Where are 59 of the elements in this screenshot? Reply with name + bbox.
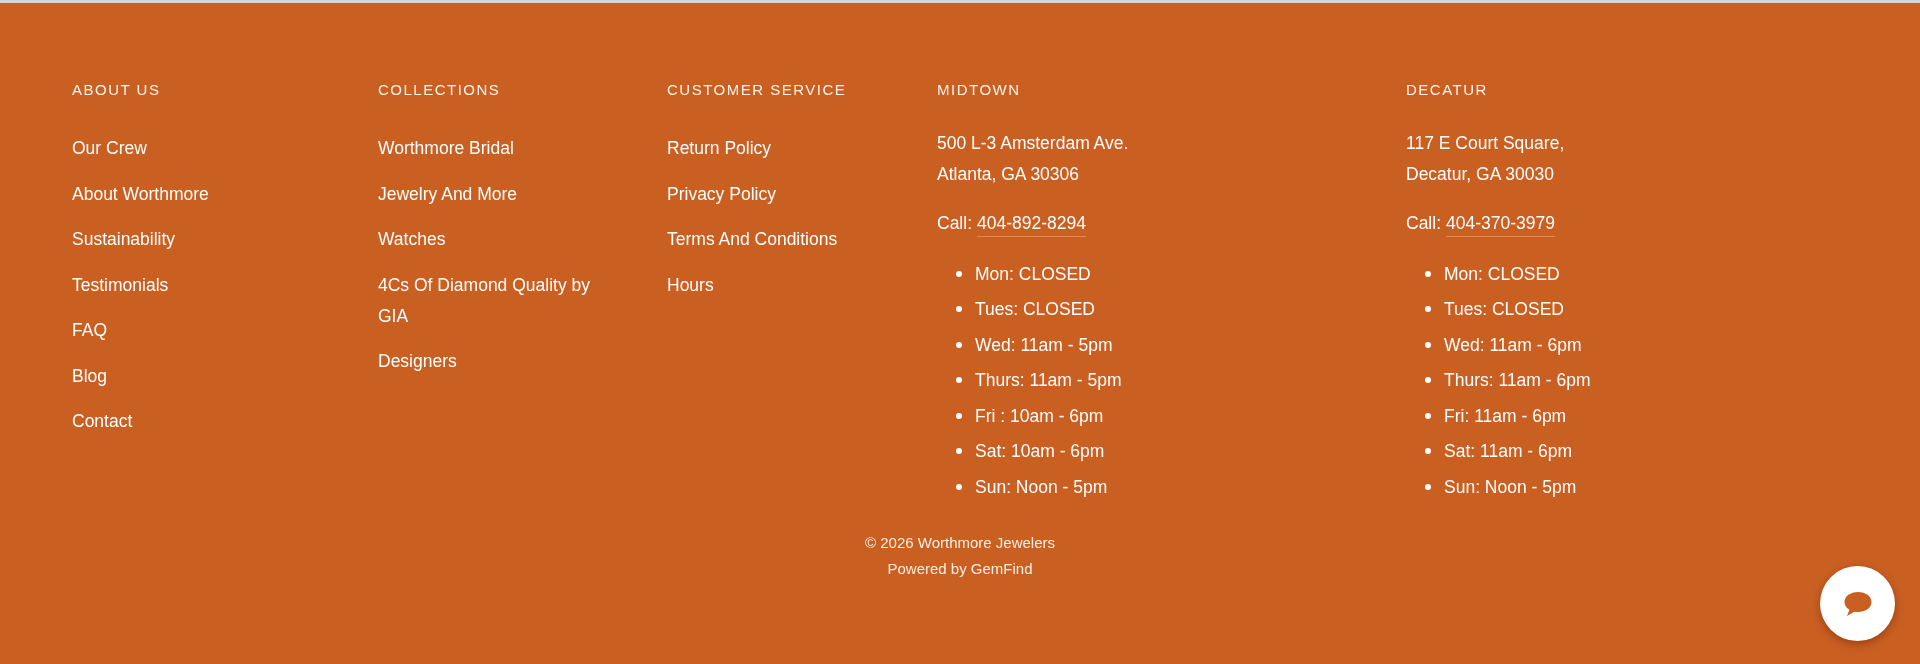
footer-link[interactable]: FAQ [72,315,107,346]
footer-link[interactable]: Blog [72,360,108,392]
bullet-icon [1425,448,1431,455]
location-heading: DECATUR [1406,80,1488,100]
opening-hours: Wed: 11am - 6pm [1444,333,1582,357]
call-label: Call: [1406,212,1441,235]
footer-link[interactable]: Hours [667,269,714,301]
bullet-icon [956,270,962,277]
footer-link[interactable]: Worthmore Bridal [378,133,514,164]
copyright-text: © 2026 Worthmore Jewelers [865,533,1055,553]
phone-link[interactable]: 404-370-3979 [1446,210,1555,237]
footer-link[interactable]: Privacy Policy [667,178,776,210]
opening-hours: Sat: 11am - 6pm [1444,440,1573,464]
footer-link[interactable]: Our Crew [72,133,147,164]
bullet-icon [956,412,962,419]
bullet-icon [1425,377,1431,384]
opening-hours: Fri: 11am - 6pm [1444,404,1567,428]
opening-hours: Tues: CLOSED [1444,298,1564,322]
footer-link[interactable]: Designers [378,346,457,377]
footer-link[interactable]: Return Policy [667,133,772,164]
footer-link[interactable]: Terms And Conditions [667,224,838,255]
location-heading: MIDTOWN [937,80,1021,100]
bullet-icon [1425,483,1431,490]
footer-link[interactable]: Watches [378,224,446,255]
phone-link[interactable]: 404-892-8294 [977,210,1086,237]
opening-hours: Tues: CLOSED [975,298,1095,322]
bullet-icon [956,377,962,384]
speech-bubble-icon [1842,590,1873,617]
opening-hours: Thurs: 11am - 5pm [975,369,1122,393]
bullet-icon [956,306,962,313]
bullet-icon [1425,341,1431,348]
footer-link[interactable]: Jewelry And More [378,178,518,210]
footer-link[interactable]: Contact [72,406,133,437]
opening-hours: Sun: Noon - 5pm [975,475,1108,499]
column-heading: CUSTOMER SERVICE [667,80,847,100]
bullet-icon [1425,270,1431,277]
column-heading: COLLECTIONS [378,80,501,100]
opening-hours: Sun: Noon - 5pm [1444,475,1577,499]
column-heading: ABOUT US [72,80,161,100]
address: 117 E Court Square, Decatur, GA 30030 [1406,132,1565,186]
chat-button[interactable] [1820,566,1895,641]
opening-hours: Mon: CLOSED [975,262,1091,286]
bullet-icon [956,341,962,348]
opening-hours: Mon: CLOSED [1444,262,1560,286]
opening-hours: Wed: 11am - 5pm [975,333,1113,357]
call-label: Call: [937,212,972,235]
footer-link[interactable]: About Worthmore [72,178,209,210]
bullet-icon [1425,306,1431,313]
address: 500 L-3 Amsterdam Ave. Atlanta, GA 30306 [937,132,1129,186]
opening-hours: Sat: 10am - 6pm [975,440,1105,464]
opening-hours: Fri : 10am - 6pm [975,404,1104,428]
footer-link[interactable]: Sustainability [72,224,176,255]
footer-link[interactable]: 4Cs Of Diamond Quality by GIA [378,269,610,332]
footer-link[interactable]: Testimonials [72,269,169,301]
bullet-icon [1425,412,1431,419]
bullet-icon [956,483,962,490]
opening-hours: Thurs: 11am - 6pm [1444,369,1591,393]
powered-by-text: Powered by GemFind [887,559,1033,579]
bullet-icon [956,448,962,455]
